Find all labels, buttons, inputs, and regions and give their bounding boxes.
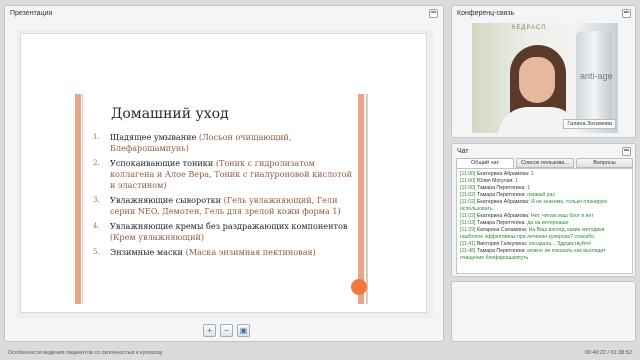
message-author: Тамара Перетягина:: [476, 248, 526, 254]
presentation-title: Презентация: [10, 10, 53, 17]
message-text: первый раз: [527, 192, 555, 198]
slide-list-item: 4. Увлажняющие кремы без раздражающих ком…: [93, 221, 355, 243]
video-feed: КЕДРАСЛ anti-age Галина Зосимова: [472, 23, 618, 133]
message-time: [11:03]: [460, 220, 476, 226]
chat-log[interactable]: [11:00] Екатерина Абрамова: 1 [11:00] Юл…: [456, 168, 633, 274]
message-text: опоздала... Здравствуйте!: [528, 241, 592, 247]
message-text: да на интернаше: [527, 220, 569, 226]
zoom-out-button[interactable]: −: [220, 324, 233, 337]
message-time: [11:02]: [460, 199, 476, 205]
webinar-title: Особенности ведения пациентов со склонно…: [8, 350, 163, 356]
tab-general-chat[interactable]: Общий чат: [456, 158, 514, 168]
item-number: 3.: [93, 196, 100, 204]
item-text: Энзимные маски: [110, 247, 186, 257]
video-sign-text: КЕДРАСЛ: [512, 25, 547, 31]
video-bottle-text: anti-age: [580, 71, 613, 81]
message-author: Екатерина Абрамова:: [476, 171, 530, 177]
chat-tabs: Общий чат Список пользова... Вопросы: [456, 158, 633, 168]
message-author: Екатерина Абрамова:: [476, 199, 530, 205]
tab-user-list[interactable]: Список пользова...: [516, 158, 574, 168]
message-author: Екатерина Абрамова:: [476, 213, 530, 219]
slide-decor-bar-left: [75, 94, 81, 304]
message-text: 1: [530, 171, 534, 177]
chat-message: [11:41] Виктория Галкулина: опоздала... …: [460, 241, 629, 248]
slide-list: 1. Щадящее умывание (Лосьон очищающий, Бл…: [93, 132, 355, 262]
chat-message: [11:02] Тамара Перетягина: первый раз: [460, 192, 629, 199]
status-bar: Особенности ведения пациентов со склонно…: [0, 346, 640, 360]
chat-panel: Чат Общий чат Список пользова... Вопросы…: [451, 143, 636, 277]
chat-message: [11:00] Юлия Могучая: 1: [460, 178, 629, 185]
item-number: 1.: [93, 133, 100, 141]
item-detail: (Маска энзимная пектиновая): [185, 247, 316, 257]
empty-panel: [451, 281, 636, 342]
slide-list-item: 5. Энзимные маски (Маска энзимная пектино…: [93, 247, 355, 258]
item-text: Увлажняющие сыворотки: [110, 195, 224, 205]
conference-title: Конференц-связь: [457, 10, 515, 17]
item-number: 4.: [93, 222, 100, 230]
slide-decor-line-left: [82, 94, 83, 304]
message-text: 1: [527, 185, 531, 191]
chat-message: [11:48] Тамара Перетягина: можно ли пока…: [460, 248, 629, 262]
save-button[interactable]: ▣: [237, 324, 250, 337]
message-time: [11:00]: [460, 178, 476, 184]
message-author: Юлия Могучая:: [476, 178, 514, 184]
item-number: 5.: [93, 248, 100, 256]
slide-area: Домашний уход 1. Щадящее умывание (Лосьон…: [17, 30, 433, 318]
item-text: Увлажняющие кремы без раздражающих компо…: [110, 221, 348, 231]
message-time: [11:02]: [460, 192, 476, 198]
message-time: [11:00]: [460, 171, 476, 177]
slide-list-item: 1. Щадящее умывание (Лосьон очищающий, Бл…: [93, 132, 355, 154]
chat-title: Чат: [457, 148, 469, 155]
message-time: [11:41]: [460, 241, 476, 247]
chat-message: [11:02] Екатерина Абрамова: Я не знакома…: [460, 199, 629, 213]
chat-message: [11:00] Тамара Перетягина: 1: [460, 185, 629, 192]
slide-heading: Домашний уход: [111, 106, 229, 122]
message-text: 1: [515, 178, 519, 184]
tab-questions[interactable]: Вопросы: [576, 158, 633, 168]
message-time: [11:29]: [460, 227, 476, 233]
speaker-face: [519, 57, 555, 103]
maximize-icon[interactable]: [622, 9, 631, 18]
item-text: Успокаивающие тоники: [110, 158, 216, 168]
presentation-panel: Презентация Домашний уход 1. Щадящее умыв…: [4, 5, 444, 342]
message-author: Тамара Перетягина:: [476, 185, 526, 191]
message-author: Катарина Саламина:: [476, 227, 528, 233]
zoom-in-button[interactable]: +: [203, 324, 216, 337]
chat-message: [11:03] Тамара Перетягина: да на интерна…: [460, 220, 629, 227]
chat-message: [11:00] Екатерина Абрамова: 1: [460, 171, 629, 178]
slide-decor-bar-right: [358, 94, 364, 304]
maximize-icon[interactable]: [622, 147, 631, 156]
maximize-icon[interactable]: [429, 9, 438, 18]
message-time: [11:00]: [460, 185, 476, 191]
message-text: Нет, читаю ваш блог в инт: [530, 213, 594, 219]
message-time: [11:48]: [460, 248, 476, 254]
item-text: Щадящее умывание: [110, 132, 199, 142]
message-time: [11:02]: [460, 213, 476, 219]
playback-time: 00:49:22 / 01:38:52: [584, 350, 632, 356]
chat-message: [11:02] Екатерина Абрамова: Нет, читаю в…: [460, 213, 629, 220]
item-detail: (Крем увлажняющий): [110, 232, 205, 242]
message-author: Виктория Галкулина:: [476, 241, 528, 247]
slide-decor-circle: [351, 279, 367, 295]
conference-panel: Конференц-связь КЕДРАСЛ anti-age Галина …: [451, 5, 636, 138]
slide-decor-line-right: [366, 94, 368, 304]
message-author: Тамара Перетягина:: [476, 220, 526, 226]
item-number: 2.: [93, 159, 100, 167]
slide-list-item: 3. Увлажняющие сыворотки (Гель увлажняющи…: [93, 195, 355, 217]
slide: Домашний уход 1. Щадящее умывание (Лосьон…: [20, 33, 427, 313]
chat-message: [11:29] Катарина Саламина: На Ваш взгляд…: [460, 227, 629, 241]
slide-list-item: 2. Успокаивающие тоники (Тоник с гидролиз…: [93, 158, 355, 191]
message-author: Тамара Перетягина:: [476, 192, 526, 198]
speaker-name-label: Галина Зосимова: [563, 119, 616, 129]
